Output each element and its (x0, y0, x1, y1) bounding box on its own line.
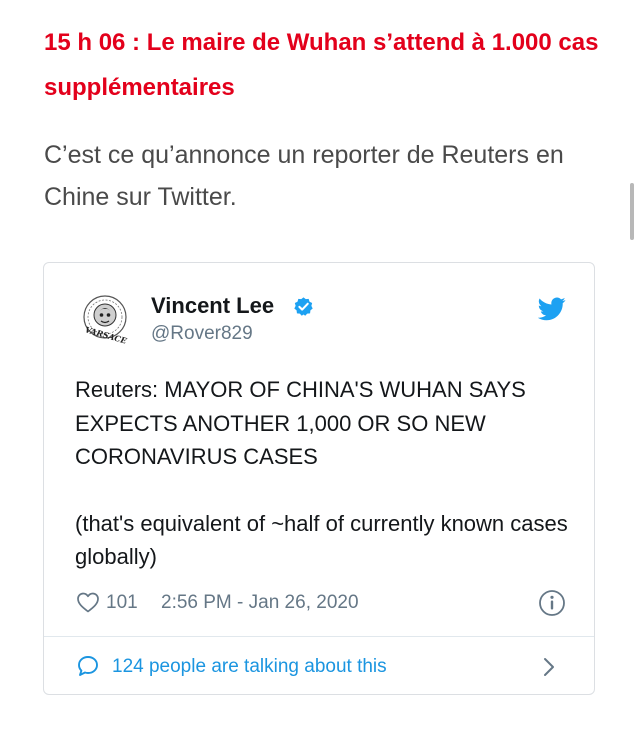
article-page: 15 h 06 : Le maire de Wuhan s’attend à 1… (0, 0, 640, 756)
avatar[interactable]: VARSACE (79, 293, 131, 345)
like-count[interactable]: 101 (106, 591, 138, 615)
scrollbar-thumb[interactable] (630, 183, 634, 240)
embedded-tweet[interactable]: VARSACE Vincent Lee @Rover829 Reuters: M… (43, 262, 595, 695)
tweet-text: Reuters: MAYOR OF CHINA'S WUHAN SAYS EXP… (75, 373, 575, 574)
tweet-author-name[interactable]: Vincent Lee (151, 293, 274, 319)
tweet-text-note: (that's equivalent of ~half of currently… (75, 510, 568, 570)
tweet-divider (44, 636, 594, 637)
article-headline: 15 h 06 : Le maire de Wuhan s’attend à 1… (44, 29, 599, 101)
verified-badge-icon (294, 297, 313, 316)
article-body-text: C’est ce qu’annonce un reporter de Reute… (44, 141, 564, 211)
heart-icon[interactable] (76, 591, 100, 613)
speech-bubble-icon (78, 656, 98, 676)
info-icon[interactable] (538, 589, 566, 617)
conversation-link-text[interactable]: 124 people are talking about this (112, 655, 387, 679)
chevron-right-icon[interactable] (542, 656, 556, 678)
tweet-text-main: Reuters: MAYOR OF CHINA'S WUHAN SAYS EXP… (75, 377, 526, 469)
tweet-meta-row: 101 2:56 PM - Jan 26, 2020 (76, 589, 571, 617)
tweet-author-handle[interactable]: @Rover829 (151, 322, 253, 346)
conversation-link[interactable]: 124 people are talking about this (76, 653, 571, 681)
twitter-bird-icon[interactable] (538, 297, 566, 321)
tweet-timestamp[interactable]: 2:56 PM - Jan 26, 2020 (161, 591, 359, 615)
